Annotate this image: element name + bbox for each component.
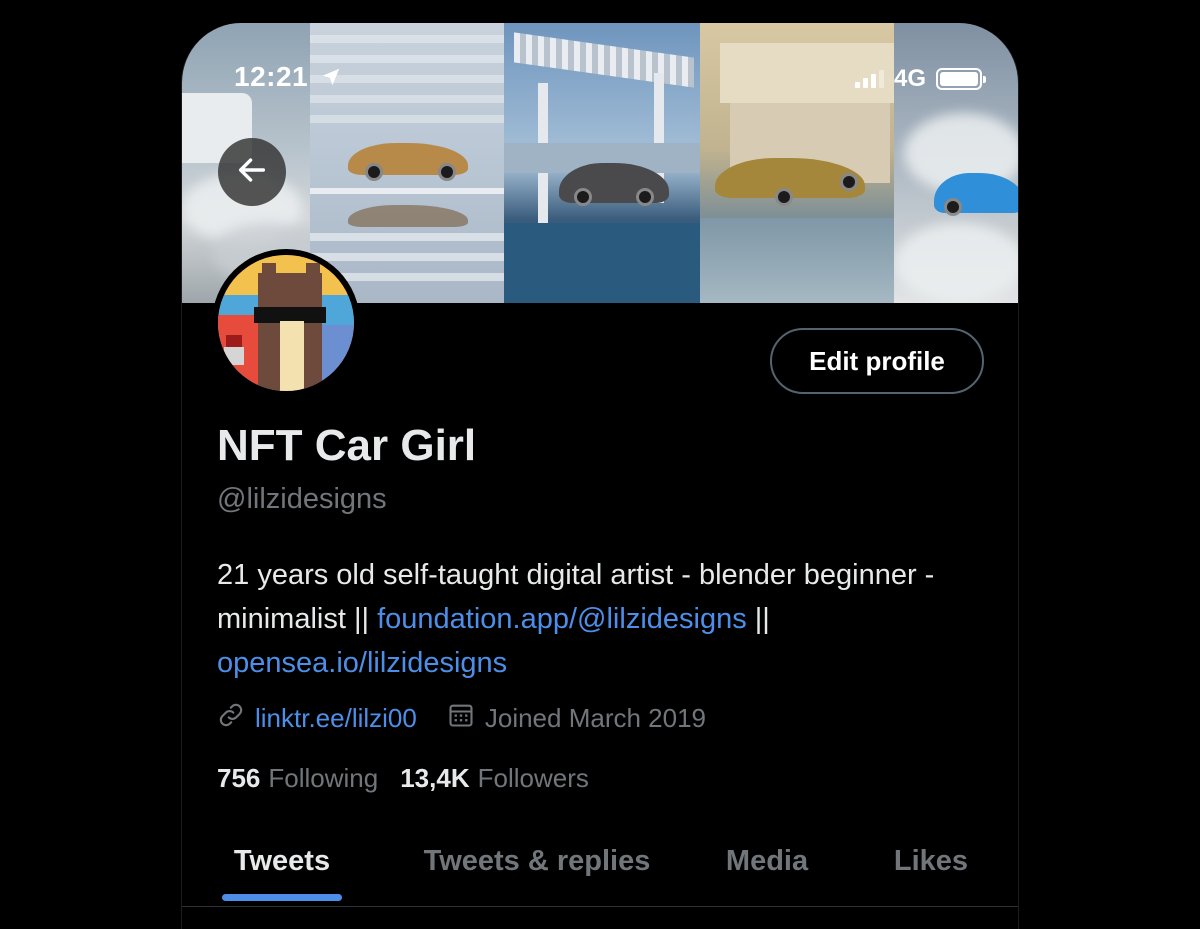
calendar-icon [447,701,475,736]
profile-meta: linktr.ee/lilzi00 Joined March 2019 [217,701,736,736]
network-label: 4G [893,65,926,92]
tab-label: Likes [893,844,969,877]
tab-label: Tweets [233,844,331,877]
phone-screen: 12:21 4G Edit profile NFT Car Girl @lilz… [181,23,1019,929]
followers-stat[interactable]: 13,4K Followers [400,763,589,794]
back-button[interactable] [218,138,286,206]
following-stat[interactable]: 756 Following [217,763,378,794]
banner-panel-pergola [504,23,700,303]
profile-stats: 756 Following 13,4K Followers [217,763,611,794]
battery-icon [936,68,986,90]
tab-label: Tweets & replies [423,844,651,877]
following-count: 756 [217,763,261,793]
avatar[interactable] [212,249,360,397]
following-label: Following [268,763,379,793]
active-tab-indicator [222,894,342,901]
bio-link-foundation[interactable]: foundation.app/@lilzidesigns [377,603,747,635]
user-handle: @lilzidesigns [217,483,387,515]
profile-tabs: Tweets Tweets & replies Media Likes [182,823,1018,907]
profile-bio: 21 years old self-taught digital artist … [217,553,997,685]
status-bar-time: 12:21 [234,61,342,95]
tab-label: Media [725,844,809,877]
bio-link-opensea[interactable]: opensea.io/lilzidesigns [217,647,507,679]
status-bar-right: 4G [854,65,986,93]
link-icon [217,701,245,736]
bio-separator: || [746,603,770,635]
navigation-arrow-icon [320,63,342,95]
status-time-text: 12:21 [234,61,309,92]
arrow-left-icon [235,153,269,192]
edit-profile-button[interactable]: Edit profile [770,328,984,394]
cellular-signal-icon [854,70,884,88]
joined-item: Joined March 2019 [447,701,706,736]
tab-likes[interactable]: Likes [842,823,1018,899]
tab-tweets[interactable]: Tweets [182,823,382,901]
display-name: NFT Car Girl [217,421,477,470]
followers-count: 13,4K [400,763,470,793]
website-link[interactable]: linktr.ee/lilzi00 [255,703,417,734]
avatar-pixel-art [218,255,354,391]
joined-date: Joined March 2019 [484,703,706,733]
website-item[interactable]: linktr.ee/lilzi00 [217,701,417,736]
tab-media[interactable]: Media [692,823,842,899]
tab-tweets-replies[interactable]: Tweets & replies [382,823,692,899]
followers-label: Followers [477,763,589,793]
